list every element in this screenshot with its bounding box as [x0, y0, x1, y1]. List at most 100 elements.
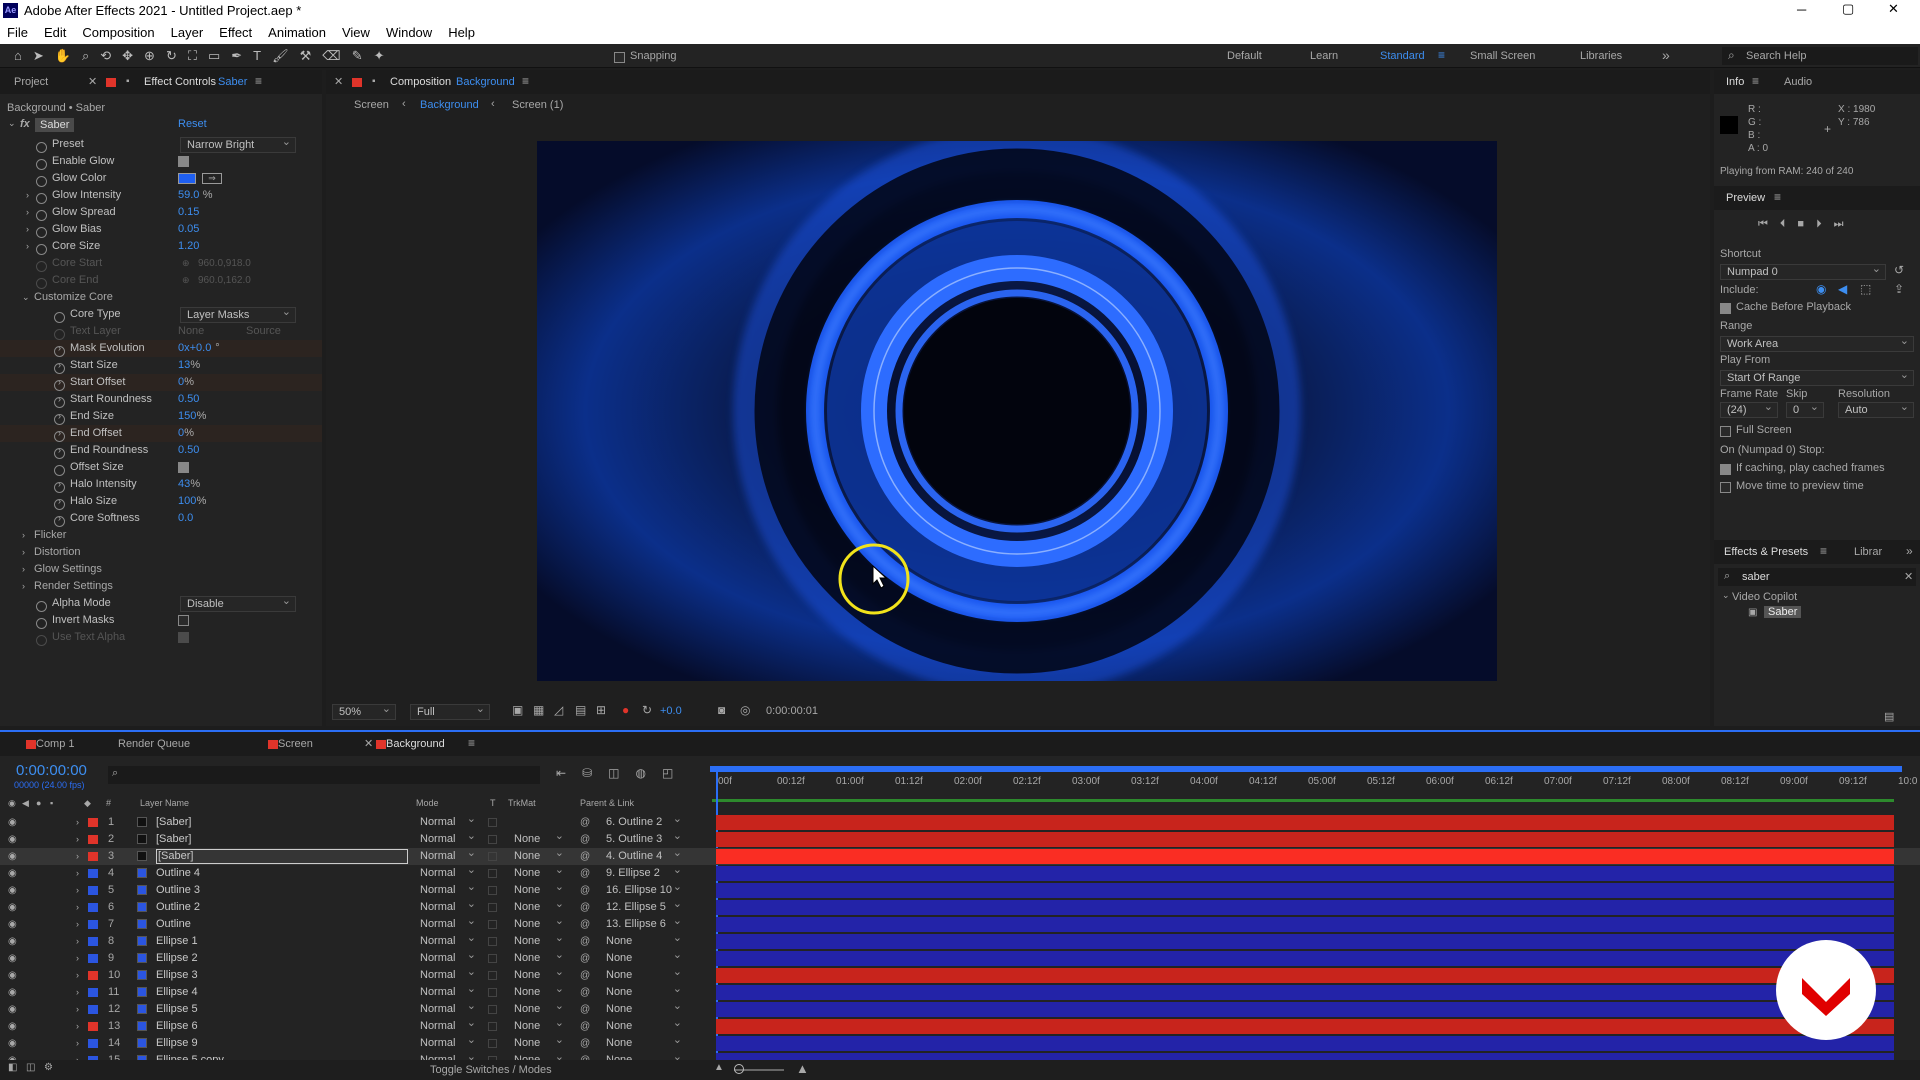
- timeline-tab-render-queue[interactable]: Render Queue: [118, 738, 190, 750]
- twirl-icon[interactable]: ›: [76, 1018, 79, 1035]
- prop-row-enable-glow[interactable]: Enable Glow: [0, 153, 322, 171]
- label-color[interactable]: [88, 852, 98, 861]
- pickwhip-icon[interactable]: @: [580, 1018, 590, 1035]
- prop-row-halo-size[interactable]: › Halo Size 100%: [0, 493, 322, 511]
- label-color[interactable]: [88, 1005, 98, 1014]
- label-color[interactable]: [88, 937, 98, 946]
- tab-project[interactable]: Project: [14, 76, 48, 88]
- pickwhip-icon[interactable]: @: [580, 865, 590, 882]
- minimize-button[interactable]: ─: [1797, 2, 1806, 17]
- prop-checkbox[interactable]: [178, 459, 189, 476]
- close-icon[interactable]: ✕: [88, 75, 97, 88]
- eye-icon[interactable]: ◉: [8, 1018, 17, 1035]
- type-tool-icon[interactable]: T: [253, 48, 261, 64]
- mask-visibility-icon[interactable]: ◿: [554, 703, 563, 717]
- preserve-transparency-box[interactable]: [488, 988, 497, 997]
- label-color[interactable]: [88, 886, 98, 895]
- toggle-switches-modes[interactable]: Toggle Switches / Modes: [430, 1064, 552, 1076]
- include-overlays-icon[interactable]: ⬚: [1860, 282, 1871, 296]
- twirl-icon[interactable]: ›: [76, 865, 79, 882]
- tab-preview[interactable]: Preview: [1726, 192, 1765, 204]
- menu-window[interactable]: Window: [386, 25, 432, 40]
- prop-row-core-softness[interactable]: › Core Softness 0.0: [0, 510, 322, 528]
- layer-name[interactable]: Ellipse 1: [156, 933, 198, 950]
- twirl-icon[interactable]: ›: [26, 187, 29, 204]
- effect-item-saber[interactable]: Saber: [1764, 606, 1802, 618]
- pickwhip-icon[interactable]: @: [580, 984, 590, 1001]
- cached-frames-checkbox[interactable]: [1720, 462, 1731, 476]
- eye-icon[interactable]: ◉: [8, 831, 17, 848]
- prop-dropdown[interactable]: Layer Masks: [180, 305, 296, 323]
- twirl-icon[interactable]: ›: [76, 916, 79, 933]
- lock-icon[interactable]: ▪: [126, 76, 130, 87]
- prop-row-use-text-alpha[interactable]: Use Text Alpha: [0, 629, 322, 649]
- export-icon[interactable]: ⇪: [1894, 282, 1904, 296]
- shortcut-dropdown[interactable]: Numpad 0: [1720, 262, 1886, 280]
- prop-row-start-size[interactable]: › Start Size 13%: [0, 357, 322, 375]
- maximize-button[interactable]: ▢: [1842, 1, 1854, 17]
- move-time-checkbox[interactable]: [1720, 480, 1731, 494]
- prop-dropdown[interactable]: Disable: [180, 594, 296, 612]
- cache-checkbox[interactable]: [1720, 301, 1731, 315]
- twirl-icon[interactable]: ›: [26, 221, 29, 238]
- label-color[interactable]: [88, 1039, 98, 1048]
- tab-libraries[interactable]: Librar: [1854, 546, 1882, 558]
- layer-name[interactable]: Ellipse 5 copy: [156, 1052, 224, 1060]
- twirl-icon[interactable]: ›: [76, 1001, 79, 1018]
- layer-name[interactable]: Ellipse 4: [156, 984, 198, 1001]
- twirl-icon[interactable]: ›: [76, 882, 79, 899]
- full-screen-checkbox[interactable]: [1720, 424, 1731, 438]
- layer-duration-bar[interactable]: [716, 934, 1894, 949]
- prop-row-glow-intensity[interactable]: › Glow Intensity 59.0%: [0, 187, 322, 205]
- label-color[interactable]: [88, 954, 98, 963]
- layer-search-box[interactable]: [108, 766, 540, 784]
- layer-duration-bar[interactable]: [716, 917, 1894, 932]
- include-video-icon[interactable]: ◉: [1816, 282, 1826, 296]
- selection-tool-icon[interactable]: ➤: [33, 48, 44, 64]
- preserve-transparency-box[interactable]: [488, 886, 497, 895]
- layer-row[interactable]: ◉ › 1 [Saber] Normal @ 6. Outline 2: [0, 814, 1920, 831]
- menu-help[interactable]: Help: [448, 25, 475, 40]
- eye-icon[interactable]: ◉: [8, 848, 17, 865]
- prop-row-end-roundness[interactable]: › End Roundness 0.50: [0, 442, 322, 460]
- pen-tool-icon[interactable]: ✒: [231, 48, 242, 64]
- tab-info[interactable]: Info: [1726, 76, 1744, 88]
- eye-icon[interactable]: ◉: [8, 950, 17, 967]
- layer-row[interactable]: ◉ › 3 [Saber] Normal None @ 4. Outline 4: [0, 846, 1920, 865]
- panel-menu-icon[interactable]: ≡: [1774, 190, 1781, 204]
- prop-dropdown[interactable]: Narrow Bright: [180, 135, 296, 153]
- prop-row-start-offset[interactable]: › Start Offset 0%: [0, 374, 322, 392]
- effect-header-row[interactable]: ⌄ fx Saber Reset: [0, 118, 322, 134]
- color-management-icon[interactable]: ●: [622, 703, 629, 717]
- prop-row-glow-bias[interactable]: › Glow Bias 0.05: [0, 221, 322, 239]
- stopwatch-icon[interactable]: [36, 632, 53, 649]
- pickwhip-icon[interactable]: @: [580, 882, 590, 899]
- twirl-icon[interactable]: ›: [76, 967, 79, 984]
- prop-value[interactable]: 0.50: [178, 442, 199, 459]
- pickwhip-icon[interactable]: @: [580, 1035, 590, 1052]
- home-icon[interactable]: ⌂: [14, 48, 22, 64]
- workspace-overflow-icon[interactable]: »: [1662, 47, 1670, 63]
- pickwhip-icon[interactable]: @: [580, 1001, 590, 1018]
- panel-menu-icon[interactable]: ≡: [468, 736, 475, 750]
- workspace-default[interactable]: Default: [1227, 50, 1262, 62]
- prop-value[interactable]: 0.0: [178, 510, 193, 527]
- layer-row[interactable]: ◉ › 11 Ellipse 4 Normal None @ None: [0, 982, 1920, 1001]
- layer-row[interactable]: ◉ › 14 Ellipse 9 Normal None @ None: [0, 1033, 1920, 1052]
- shy-layers-icon[interactable]: ◫: [608, 766, 619, 780]
- eye-icon[interactable]: ◉: [8, 882, 17, 899]
- reset-shortcut-icon[interactable]: ↺: [1894, 263, 1904, 277]
- resolution-preview-dropdown[interactable]: Auto: [1838, 400, 1914, 418]
- pan-icon[interactable]: ⛶: [188, 48, 197, 64]
- layer-row[interactable]: ◉ › 7 Outline Normal None @ 13. Ellipse …: [0, 914, 1920, 933]
- frame-rate-dropdown[interactable]: (24): [1720, 400, 1778, 418]
- current-time[interactable]: 0:00:00:00: [16, 762, 87, 779]
- workspace-menu-icon[interactable]: ≡: [1438, 48, 1445, 62]
- twirl-icon[interactable]: ›: [76, 831, 79, 848]
- prop-checkbox[interactable]: [178, 612, 189, 629]
- layer-name[interactable]: Ellipse 5: [156, 1001, 198, 1018]
- prop-value[interactable]: 59.0: [178, 187, 199, 204]
- work-area-bar[interactable]: [710, 766, 1902, 772]
- preserve-transparency-box[interactable]: [488, 835, 497, 844]
- panel-menu-icon[interactable]: ≡: [1752, 74, 1759, 88]
